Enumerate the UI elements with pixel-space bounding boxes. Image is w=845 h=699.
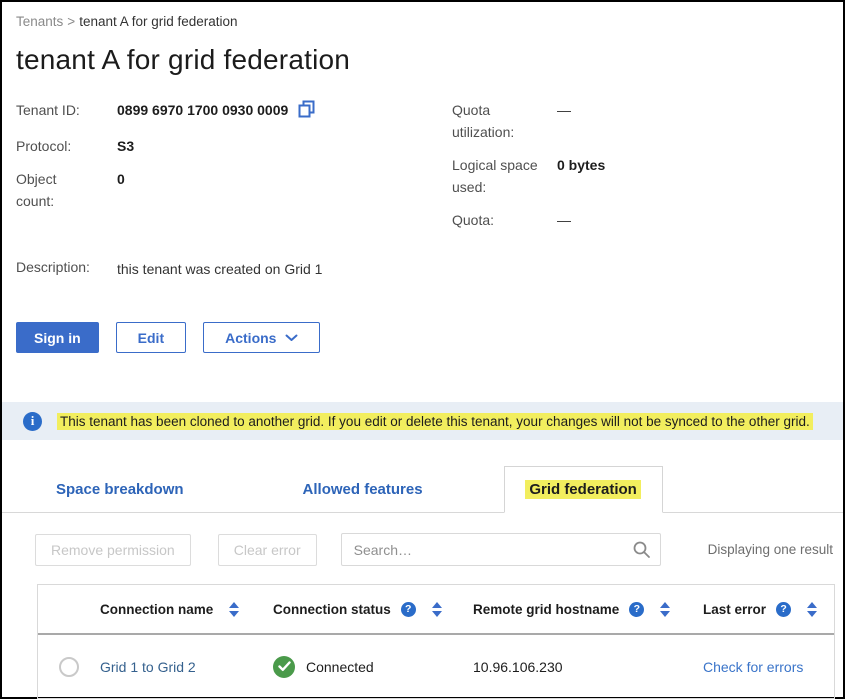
- header-last-error[interactable]: Last error ?: [703, 602, 834, 617]
- table-toolbar: Remove permission Clear error Displaying…: [2, 533, 843, 566]
- tab-allowed-features[interactable]: Allowed features: [293, 481, 433, 498]
- edit-button[interactable]: Edit: [116, 322, 186, 353]
- sort-icon[interactable]: [432, 602, 442, 617]
- quota-label: Quota:: [452, 209, 557, 231]
- header-connection-status[interactable]: Connection status ?: [273, 602, 473, 617]
- copy-icon[interactable]: [298, 100, 315, 124]
- quota-row: Quota: —: [452, 209, 829, 231]
- chevron-down-icon: [285, 334, 298, 342]
- header-connection-name-label: Connection name: [100, 602, 213, 617]
- remote-grid-hostname-cell: 10.96.106.230: [473, 659, 703, 675]
- table-header-row: Connection name Connection status ? Remo…: [38, 585, 834, 635]
- protocol-value: S3: [117, 135, 134, 157]
- tenant-id-value-wrap: 0899 6970 1700 0930 0009: [117, 99, 315, 124]
- tenant-details-page: { "breadcrumb": { "parent": "Tenants", "…: [0, 0, 845, 699]
- header-remote-grid-hostname[interactable]: Remote grid hostname ?: [473, 602, 703, 617]
- check-for-errors-link[interactable]: Check for errors: [703, 659, 803, 675]
- quota-value: —: [557, 209, 571, 231]
- row-select-cell: [38, 657, 100, 677]
- sort-icon[interactable]: [660, 602, 670, 617]
- quota-utilization-label: Quota utilization:: [452, 99, 557, 143]
- connection-status: Connected: [273, 656, 374, 678]
- tenant-details-panel: Tenant ID: 0899 6970 1700 0930 0009 Prot…: [2, 99, 843, 291]
- tab-grid-federation-label: Grid federation: [525, 480, 641, 499]
- help-icon[interactable]: ?: [776, 602, 791, 617]
- quota-utilization-row: Quota utilization: —: [452, 99, 829, 143]
- info-icon: i: [23, 412, 42, 431]
- clear-error-button[interactable]: Clear error: [218, 534, 317, 566]
- tenant-id-row: Tenant ID: 0899 6970 1700 0930 0009: [16, 99, 452, 124]
- logical-space-used-value: 0 bytes: [557, 154, 605, 198]
- search-icon[interactable]: [632, 540, 651, 564]
- details-right-column: Quota utilization: — Logical space used:…: [452, 99, 829, 291]
- header-last-error-label: Last error: [703, 602, 766, 617]
- grid-federation-table: Connection name Connection status ? Remo…: [37, 584, 835, 699]
- description-row: Description: this tenant was created on …: [16, 256, 452, 280]
- header-connection-name[interactable]: Connection name: [100, 602, 273, 617]
- tenant-id-value: 0899 6970 1700 0930 0009: [117, 99, 288, 121]
- help-icon[interactable]: ?: [401, 602, 416, 617]
- last-error-cell: Check for errors: [703, 659, 834, 675]
- connected-check-icon: [273, 656, 295, 678]
- object-count-value: 0: [117, 168, 125, 212]
- object-count-label: Object count:: [16, 168, 117, 212]
- search-input[interactable]: [341, 533, 661, 566]
- connection-name-cell: Grid 1 to Grid 2: [100, 659, 273, 675]
- breadcrumb: Tenants > tenant A for grid federation: [2, 2, 843, 29]
- page-title: tenant A for grid federation: [2, 44, 843, 76]
- remote-grid-hostname-value: 10.96.106.230: [473, 659, 563, 675]
- breadcrumb-tenants-link[interactable]: Tenants: [16, 14, 63, 29]
- details-left-column: Tenant ID: 0899 6970 1700 0930 0009 Prot…: [16, 99, 452, 291]
- info-banner: i This tenant has been cloned to another…: [2, 402, 843, 440]
- action-buttons-row: Sign in Edit Actions: [2, 322, 843, 353]
- connection-name-link[interactable]: Grid 1 to Grid 2: [100, 659, 196, 675]
- sort-icon[interactable]: [807, 602, 817, 617]
- object-count-row: Object count: 0: [16, 168, 452, 212]
- tab-bar: Space breakdown Allowed features Grid fe…: [2, 466, 843, 513]
- tab-grid-federation[interactable]: Grid federation: [504, 466, 663, 513]
- actions-dropdown-label: Actions: [225, 330, 276, 346]
- header-connection-status-label: Connection status: [273, 602, 391, 617]
- description-value: this tenant was created on Grid 1: [117, 256, 322, 280]
- tab-space-breakdown[interactable]: Space breakdown: [46, 481, 194, 498]
- actions-dropdown-button[interactable]: Actions: [203, 322, 320, 353]
- logical-space-used-row: Logical space used: 0 bytes: [452, 154, 829, 198]
- header-remote-grid-hostname-label: Remote grid hostname: [473, 602, 619, 617]
- protocol-row: Protocol: S3: [16, 135, 452, 157]
- help-icon[interactable]: ?: [629, 602, 644, 617]
- banner-message: This tenant has been cloned to another g…: [57, 413, 813, 430]
- tenant-id-label: Tenant ID:: [16, 99, 117, 124]
- connection-status-cell: Connected: [273, 656, 473, 678]
- row-radio-button[interactable]: [59, 657, 79, 677]
- sign-in-button[interactable]: Sign in: [16, 322, 99, 353]
- sort-icon[interactable]: [229, 602, 239, 617]
- protocol-label: Protocol:: [16, 135, 117, 157]
- result-count: Displaying one result: [708, 542, 833, 557]
- description-label: Description:: [16, 256, 117, 280]
- remove-permission-button[interactable]: Remove permission: [35, 534, 191, 566]
- table-row: Grid 1 to Grid 2 Connected 10.96.106.230…: [38, 635, 834, 698]
- connection-status-text: Connected: [306, 659, 374, 675]
- logical-space-used-label: Logical space used:: [452, 154, 557, 198]
- breadcrumb-current: tenant A for grid federation: [79, 14, 237, 29]
- quota-utilization-value: —: [557, 99, 571, 143]
- breadcrumb-separator: >: [67, 14, 75, 29]
- search-box: [341, 533, 661, 566]
